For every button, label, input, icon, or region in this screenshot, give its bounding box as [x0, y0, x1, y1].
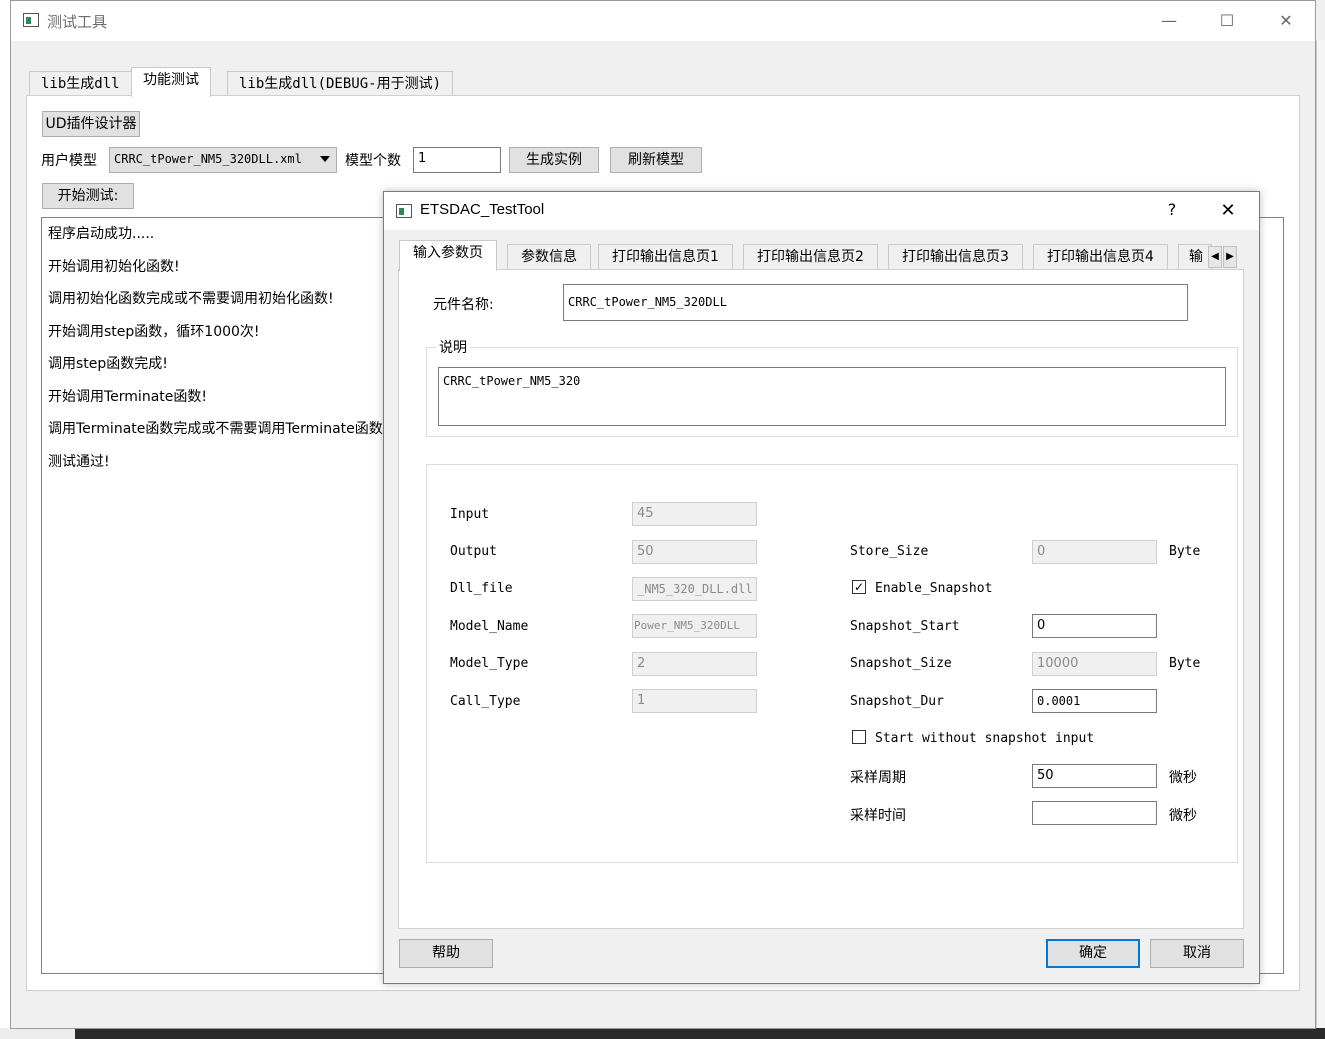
log-line: 开始调用Terminate函数! — [48, 389, 207, 405]
store-size-field: 0 — [1032, 540, 1157, 564]
call-type-field: 1 — [632, 689, 757, 713]
log-line: 开始调用step函数，循环1000次! — [48, 324, 260, 340]
log-line: 调用初始化函数完成或不需要调用初始化函数! — [48, 291, 334, 307]
maximize-button[interactable]: ☐ — [1204, 7, 1250, 35]
background-window-edge-right — [1316, 40, 1325, 1030]
start-test-button[interactable]: 开始测试: — [42, 183, 134, 209]
start-without-snapshot-checkbox[interactable] — [852, 730, 866, 744]
close-button[interactable]: ✕ — [1263, 7, 1309, 35]
snapshot-dur-input[interactable]: 0.0001 — [1032, 689, 1157, 713]
dll-file-field: _NM5_320_DLL.dll — [632, 577, 757, 601]
input-params-panel: 元件名称: CRRC_tPower_NM5_320DLL 说明 CRRC_tPo… — [398, 269, 1244, 929]
tab-input-params[interactable]: 输入参数页 — [399, 240, 497, 271]
tab-print-output-4[interactable]: 打印输出信息页4 — [1033, 244, 1168, 270]
log-line: 程序启动成功..... — [48, 226, 155, 242]
sample-time-input[interactable] — [1032, 801, 1157, 825]
sample-period-unit: 微秒 — [1169, 770, 1197, 786]
tab-scroll-right-icon[interactable]: ▶ — [1223, 246, 1237, 268]
snapshot-size-label: Snapshot_Size — [850, 656, 952, 671]
dialog-title: ETSDAC_TestTool — [420, 201, 545, 218]
tab-print-output-3[interactable]: 打印输出信息页3 — [888, 244, 1023, 270]
dialog-close-button[interactable]: ✕ — [1216, 200, 1240, 221]
refresh-model-button[interactable]: 刷新模型 — [610, 147, 702, 173]
tab-lib-dll[interactable]: lib生成dll — [29, 71, 132, 96]
model-type-field: 2 — [632, 652, 757, 676]
generate-instance-button[interactable]: 生成实例 — [509, 147, 599, 173]
tab-print-output-2[interactable]: 打印输出信息页2 — [743, 244, 878, 270]
component-name-input[interactable]: CRRC_tPower_NM5_320DLL — [563, 284, 1188, 321]
user-model-label: 用户模型 — [41, 153, 97, 169]
snapshot-size-unit: Byte — [1169, 656, 1201, 671]
model-count-input[interactable]: 1 — [413, 147, 501, 173]
cancel-button[interactable]: 取消 — [1150, 939, 1244, 968]
input-label: Input — [450, 507, 490, 522]
help-icon[interactable]: ? — [1162, 200, 1182, 219]
taskbar-strip — [0, 1028, 1325, 1039]
snapshot-size-field: 10000 — [1032, 652, 1157, 676]
snapshot-start-input[interactable]: 0 — [1032, 614, 1157, 638]
input-field: 45 — [632, 502, 757, 526]
ok-button[interactable]: 确定 — [1046, 939, 1140, 968]
log-line: 调用step函数完成! — [48, 356, 168, 372]
chevron-down-icon — [320, 156, 330, 162]
sample-period-input[interactable]: 50 — [1032, 764, 1157, 788]
user-model-value: CRRC_tPower_NM5_320DLL.xml — [114, 152, 302, 166]
component-name-label: 元件名称: — [433, 297, 494, 313]
call-type-label: Call_Type — [450, 694, 521, 709]
etsdac-dialog: ETSDAC_TestTool ? ✕ 输入参数页 参数信息 打印输出信息页1 … — [383, 191, 1260, 984]
tab-lib-dll-debug[interactable]: lib生成dll(DEBUG-用于测试) — [227, 71, 454, 96]
model-name-field: Power_NM5_320DLL — [632, 614, 757, 638]
output-field: 50 — [632, 540, 757, 564]
tab-print-output-1[interactable]: 打印输出信息页1 — [598, 244, 733, 270]
log-line: 调用Terminate函数完成或不需要调用Terminate函数! — [48, 421, 389, 437]
model-count-label: 模型个数 — [345, 153, 401, 169]
ud-designer-button[interactable]: UD插件设计器 — [42, 111, 140, 137]
store-size-label: Store_Size — [850, 544, 929, 559]
tab-param-info[interactable]: 参数信息 — [507, 244, 591, 270]
dll-file-label: Dll_file — [450, 581, 513, 596]
store-size-unit: Byte — [1169, 544, 1201, 559]
app-icon — [23, 13, 39, 27]
log-line: 开始调用初始化函数! — [48, 259, 180, 275]
enable-snapshot-checkbox[interactable]: ✓ — [852, 580, 866, 594]
model-name-label: Model_Name — [450, 619, 529, 634]
log-line: 测试通过! — [48, 454, 110, 470]
snapshot-start-label: Snapshot_Start — [850, 619, 960, 634]
tab-function-test[interactable]: 功能测试 — [131, 67, 211, 97]
help-button[interactable]: 帮助 — [399, 939, 493, 968]
minimize-button[interactable]: — — [1146, 7, 1192, 35]
main-window-title: 测试工具 — [47, 13, 108, 31]
main-titlebar: 测试工具 — ☐ ✕ — [11, 1, 1315, 41]
user-model-select[interactable]: CRRC_tPower_NM5_320DLL.xml — [109, 147, 337, 173]
tab-scroll-left-icon[interactable]: ◀ — [1208, 246, 1222, 268]
model-type-label: Model_Type — [450, 656, 529, 671]
start-without-snapshot-label[interactable]: Start without snapshot input — [875, 731, 1094, 746]
description-group-title: 说明 — [436, 337, 470, 357]
enable-snapshot-label[interactable]: Enable_Snapshot — [875, 581, 992, 596]
sample-period-label: 采样周期 — [850, 770, 906, 786]
output-label: Output — [450, 544, 497, 559]
dialog-titlebar: ETSDAC_TestTool ? ✕ — [384, 192, 1259, 230]
sample-time-unit: 微秒 — [1169, 808, 1197, 824]
sample-time-label: 采样时间 — [850, 808, 906, 824]
dialog-app-icon — [396, 204, 412, 218]
description-textarea[interactable]: CRRC_tPower_NM5_320 — [438, 367, 1226, 426]
snapshot-dur-label: Snapshot_Dur — [850, 694, 944, 709]
taskbar-strip-light — [0, 1028, 75, 1039]
tab-more[interactable]: 输 — [1178, 244, 1212, 270]
